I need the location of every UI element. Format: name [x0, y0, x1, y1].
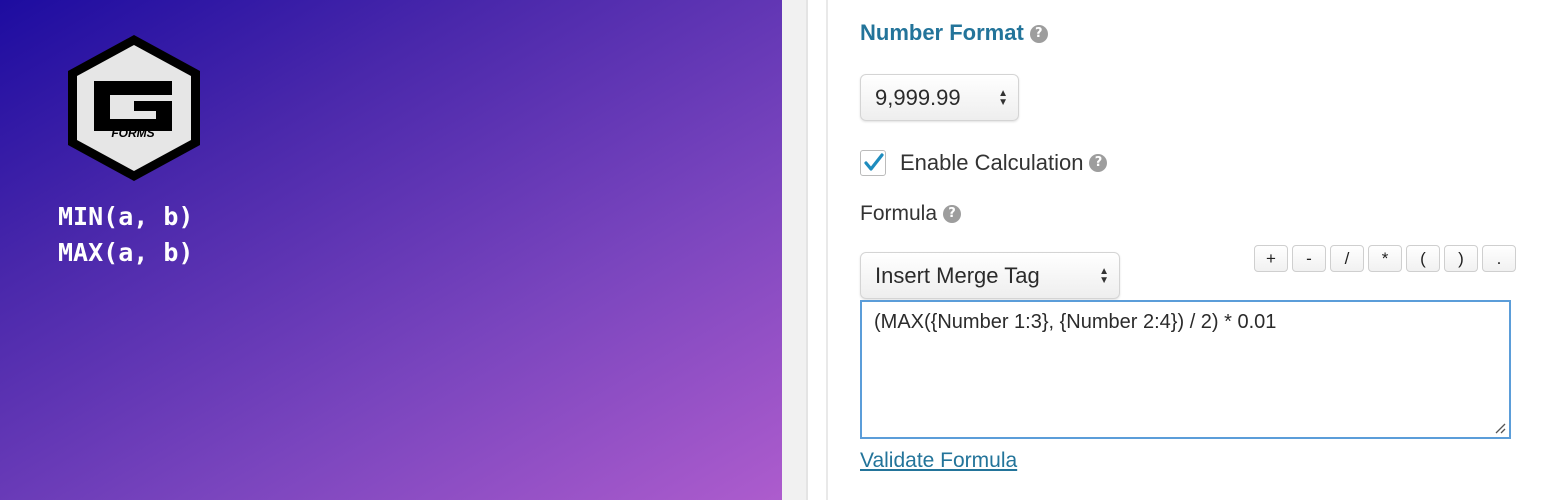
help-icon[interactable]: ?: [1089, 154, 1108, 172]
plus-button[interactable]: +: [1254, 245, 1288, 272]
divide-button[interactable]: /: [1330, 245, 1364, 272]
divider-line: [806, 0, 808, 500]
formula-title: Formula?: [860, 202, 962, 226]
enable-calculation-row: Enable Calculation?: [860, 148, 1108, 178]
number-format-label: Number Format: [860, 20, 1024, 45]
number-format-value: 9,999.99: [875, 85, 961, 110]
formula-label: Formula: [860, 202, 938, 225]
number-format-title: Number Format?: [860, 20, 1048, 46]
enable-calculation-label: Enable Calculation: [900, 150, 1084, 175]
function-max: MAX(a, b): [58, 238, 194, 267]
validate-formula-link[interactable]: Validate Formula: [860, 449, 1017, 473]
minus-button[interactable]: -: [1292, 245, 1326, 272]
decimal-button[interactable]: .: [1482, 245, 1516, 272]
formula-textarea[interactable]: (MAX({Number 1:3}, {Number 2:4}) / 2) * …: [860, 300, 1511, 439]
resize-grip-icon[interactable]: [1494, 422, 1506, 434]
select-arrows-icon: ▲ ▼: [1099, 265, 1109, 286]
promo-banner: FORMS MIN(a, b) MAX(a, b): [0, 0, 782, 500]
help-icon[interactable]: ?: [943, 205, 962, 224]
logo-text: FORMS: [111, 126, 154, 140]
enable-calculation-checkbox[interactable]: [860, 150, 886, 176]
formula-value: (MAX({Number 1:3}, {Number 2:4}) / 2) * …: [874, 311, 1277, 333]
close-paren-button[interactable]: ): [1444, 245, 1478, 272]
select-arrows-icon: ▲ ▼: [998, 87, 1008, 108]
gravity-forms-logo-icon: FORMS: [64, 33, 204, 183]
open-paren-button[interactable]: (: [1406, 245, 1440, 272]
checkmark-icon: [864, 153, 884, 171]
insert-merge-tag-select[interactable]: Insert Merge Tag ▲ ▼: [860, 252, 1120, 299]
merge-tag-label: Insert Merge Tag: [875, 263, 1040, 288]
function-list: MIN(a, b) MAX(a, b): [58, 199, 193, 271]
divider-strip: [782, 0, 806, 500]
operator-buttons: + - / * ( ) .: [1254, 245, 1520, 272]
function-min: MIN(a, b): [58, 202, 194, 231]
field-settings-panel: Number Format? 9,999.99 ▲ ▼ Enable Calcul…: [828, 0, 1544, 500]
help-icon[interactable]: ?: [1029, 25, 1048, 44]
multiply-button[interactable]: *: [1368, 245, 1402, 272]
number-format-select[interactable]: 9,999.99 ▲ ▼: [860, 74, 1019, 121]
